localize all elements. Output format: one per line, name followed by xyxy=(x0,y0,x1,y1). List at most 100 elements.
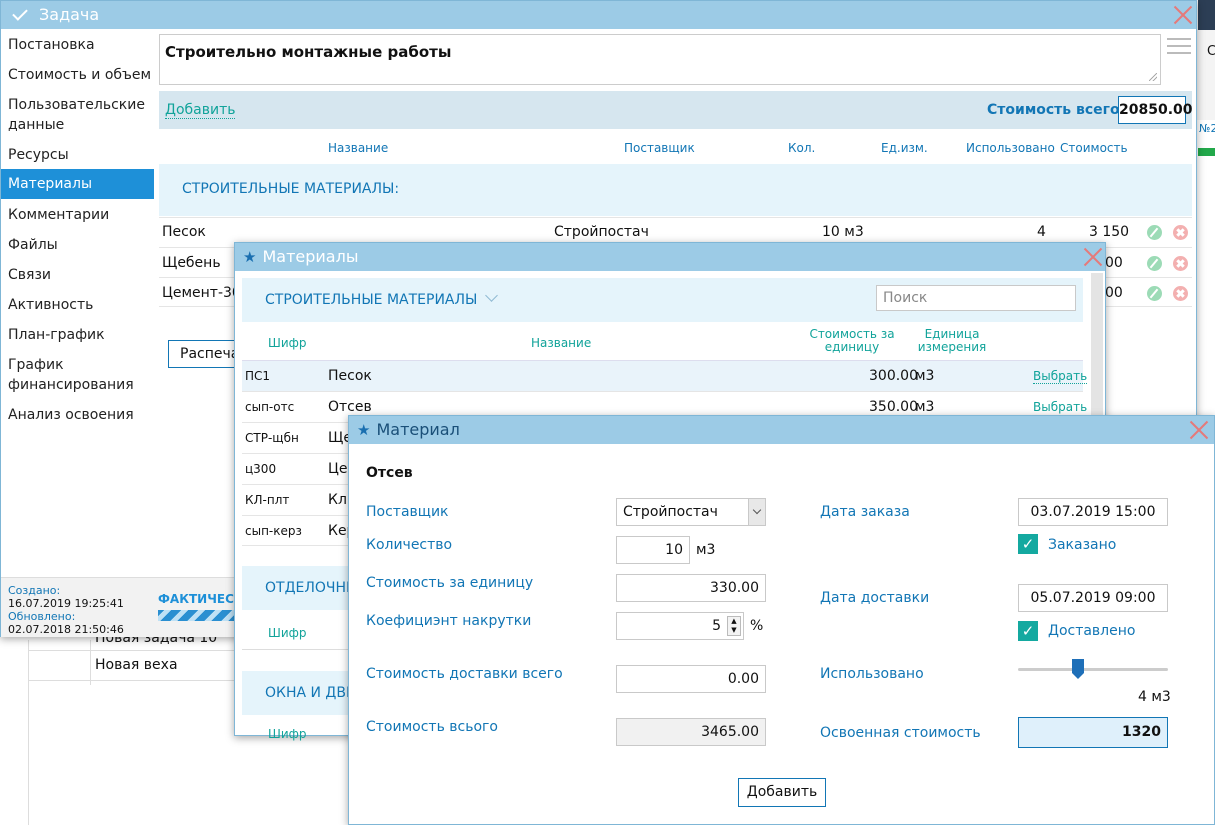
used-slider-track[interactable] xyxy=(1018,668,1168,671)
created-value: 16.07.2019 19:25:41 xyxy=(8,597,124,610)
bg-avatar xyxy=(1198,0,1215,30)
unit-price-label: Стоимость за единицу xyxy=(366,575,534,591)
sidebar-item-comments[interactable]: Комментарии xyxy=(1,205,154,225)
total-cost-label: Стоимость всего: xyxy=(987,102,1126,118)
bg-row-milestone[interactable]: Новая веха xyxy=(95,657,178,673)
quantity-input[interactable]: 10 xyxy=(616,536,690,564)
materials-group-header: СТРОИТЕЛЬНЫЕ МАТЕРИАЛЫ Поиск xyxy=(242,278,1083,322)
row-name: Це xyxy=(328,461,348,477)
sidebar-item-financing[interactable]: График финансирования xyxy=(1,355,141,395)
markup-input[interactable]: 5 ▲ ▼ xyxy=(616,612,744,640)
materials-group-title[interactable]: СТРОИТЕЛЬНЫЕ МАТЕРИАЛЫ xyxy=(265,289,498,308)
edit-icon[interactable] xyxy=(1147,225,1162,240)
task-dialog-titlebar[interactable]: Задача xyxy=(1,1,1196,29)
row-name: Щебень xyxy=(162,255,221,271)
task-dialog-title: Задача xyxy=(39,5,100,24)
markup-label: Коефициэнт накрутки xyxy=(366,613,532,629)
sidebar-item-files[interactable]: Файлы xyxy=(1,235,154,255)
delivered-checkbox[interactable]: ✓ xyxy=(1018,621,1038,641)
row-code: СТР-щбн xyxy=(245,431,299,445)
col-unit-price: Стоимость за единицу xyxy=(809,327,895,354)
status-progress xyxy=(158,610,238,621)
menu-icon[interactable] xyxy=(1167,38,1191,56)
row-supplier: Стройпостач xyxy=(554,224,649,240)
close-icon[interactable] xyxy=(1187,418,1211,442)
dropdown-button[interactable] xyxy=(748,499,765,525)
materials-dialog-titlebar[interactable]: ★ Материалы xyxy=(235,243,1105,271)
row-name: Кл xyxy=(328,492,347,508)
row-price: 350.00 xyxy=(869,399,918,415)
row-name: Песок xyxy=(162,224,206,240)
markup-value: 5 xyxy=(712,618,721,634)
delete-icon[interactable] xyxy=(1173,256,1188,271)
row-unit: м3 xyxy=(915,368,935,384)
created-label: Создано: xyxy=(8,584,61,597)
bg-vline xyxy=(28,640,29,825)
star-icon: ★ xyxy=(243,248,257,266)
sidebar-item-analysis[interactable]: Анализ освоения xyxy=(1,405,154,425)
delete-icon[interactable] xyxy=(1173,286,1188,301)
material-dialog: ★ Материал Отсев Поставщик Стройпостач Ко… xyxy=(348,415,1215,825)
row-code: ц300 xyxy=(245,462,277,476)
sidebar-item-statement[interactable]: Постановка xyxy=(1,35,154,55)
bg-row-line xyxy=(28,680,238,681)
add-button[interactable]: Добавить xyxy=(738,778,826,807)
edit-icon[interactable] xyxy=(1147,286,1162,301)
row-code: сып-керз xyxy=(245,524,302,538)
search-input[interactable]: Поиск xyxy=(876,285,1076,311)
stepper-icon[interactable]: ▲ ▼ xyxy=(727,616,741,636)
sidebar-item-activity[interactable]: Активность xyxy=(1,295,154,315)
edit-icon[interactable] xyxy=(1147,256,1162,271)
quantity-label: Количество xyxy=(366,537,453,553)
earned-value-label: Освоенная стоимость xyxy=(820,725,981,741)
row-cost: 00 xyxy=(1105,285,1123,301)
bg-row-line xyxy=(28,650,238,651)
used-value: 4 м3 xyxy=(1138,689,1171,705)
row-code: ПС1 xyxy=(245,369,271,383)
delivery-date-input[interactable]: 05.07.2019 09:00 xyxy=(1018,584,1168,612)
total-cost-field: 3465.00 xyxy=(616,718,766,746)
bg-column-c: С xyxy=(1207,44,1215,59)
sidebar-item-links[interactable]: Связи xyxy=(1,265,154,285)
sidebar-item-materials[interactable]: Материалы xyxy=(1,169,154,199)
task-sidebar: Постановка Стоимость и объем Пользовател… xyxy=(1,29,156,578)
table-row[interactable]: ПС1 Песок 300.00 м3 Выбрать xyxy=(242,360,1088,391)
row-code: КЛ-плт xyxy=(245,493,290,507)
row-name: Песок xyxy=(328,368,372,384)
chevron-down-icon xyxy=(752,505,762,515)
sidebar-item-schedule[interactable]: План-график xyxy=(1,325,154,345)
sidebar-item-resources[interactable]: Ресурсы xyxy=(1,145,154,165)
row-price: 300.00 xyxy=(869,368,918,384)
sidebar-item-cost-volume[interactable]: Стоимость и объем xyxy=(1,65,154,85)
select-link[interactable]: Выбрать xyxy=(1033,369,1088,384)
add-material-link[interactable]: Добавить xyxy=(165,102,236,119)
row-cost: 00 xyxy=(1105,255,1123,271)
sidebar-item-user-data[interactable]: Пользовательские данные xyxy=(1,95,145,135)
order-date-input[interactable]: 03.07.2019 15:00 xyxy=(1018,498,1168,526)
supplier-value: Стройпостач xyxy=(623,504,718,520)
earned-value-field: 1320 xyxy=(1018,717,1168,748)
delivery-cost-input[interactable]: 0.00 xyxy=(616,665,766,693)
supplier-select[interactable]: Стройпостач xyxy=(616,498,766,526)
total-cost-label: Стоимость всього xyxy=(366,719,498,735)
col-code: Шифр xyxy=(268,336,307,350)
close-icon[interactable] xyxy=(1081,245,1105,269)
resize-grip-icon xyxy=(1149,73,1157,81)
col-supplier: Поставщик xyxy=(624,141,695,155)
close-icon[interactable] xyxy=(1171,3,1195,27)
material-name: Отсев xyxy=(366,465,413,481)
quantity-unit: м3 xyxy=(696,542,716,558)
delete-icon[interactable] xyxy=(1173,225,1188,240)
group-title: ОКНА И ДВЕ xyxy=(265,685,355,701)
ordered-checkbox[interactable]: ✓ xyxy=(1018,534,1038,554)
delivery-date-label: Дата доставки xyxy=(820,590,930,606)
row-name: Отсев xyxy=(328,399,372,415)
task-name-field[interactable]: Строительно монтажные работы xyxy=(159,34,1161,85)
bg-vline-2 xyxy=(90,640,91,685)
select-link[interactable]: Выбрать xyxy=(1033,400,1087,414)
material-dialog-titlebar[interactable]: ★ Материал xyxy=(349,416,1214,444)
unit-price-input[interactable]: 330.00 xyxy=(616,574,766,602)
group-title: СТРОИТЕЛЬНЫЕ МАТЕРИАЛЫ: xyxy=(182,181,400,197)
group-header: СТРОИТЕЛЬНЫЕ МАТЕРИАЛЫ: xyxy=(159,164,1192,216)
used-slider-handle[interactable] xyxy=(1072,659,1084,679)
